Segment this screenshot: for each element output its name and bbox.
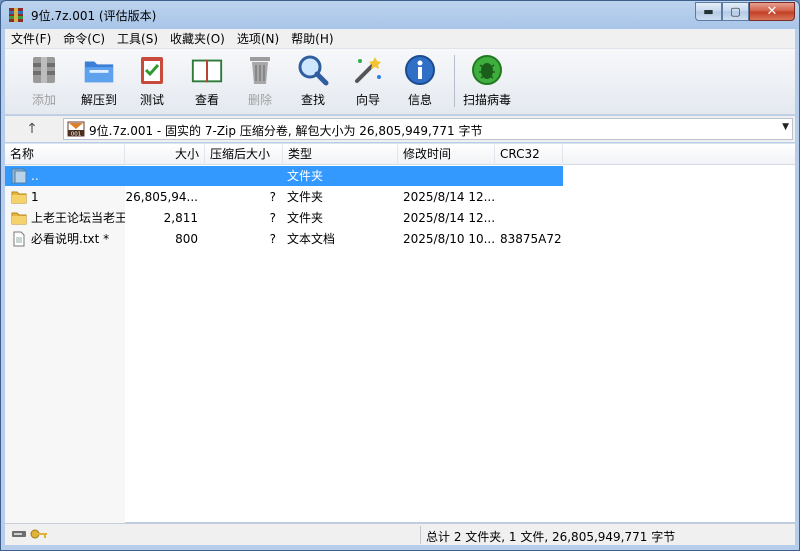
file-modified	[403, 166, 495, 186]
file-type: 文本文档	[287, 232, 336, 246]
wizard-label: 向导	[355, 93, 380, 107]
file-row[interactable]: 必看说明.txt * 800 ? 文本文档 2025/8/10 10... 83…	[5, 229, 563, 249]
column-header-crc[interactable]: CRC32	[495, 144, 563, 165]
status-separator	[420, 526, 421, 544]
drive-icon[interactable]	[11, 528, 27, 540]
extract-to-button[interactable]: 解压到	[74, 52, 124, 110]
test-label: 测试	[139, 93, 164, 107]
folder-icon	[11, 212, 27, 225]
menu-options[interactable]: 选项(N)	[231, 29, 285, 49]
file-packed: ?	[269, 190, 276, 204]
file-name: ..	[31, 169, 39, 183]
toolbar: 添加 解压到 测试 查看 删除 查找 向导 信息 扫描病毒	[5, 49, 795, 115]
delete-button[interactable]: 删除	[235, 52, 285, 110]
view-book-icon	[190, 52, 224, 88]
find-button[interactable]: 查找	[288, 52, 338, 110]
column-header-type[interactable]: 类型	[283, 144, 398, 165]
info-icon	[403, 52, 437, 88]
status-bar: 总计 2 文件夹, 1 文件, 26,805,949,771 字节	[5, 523, 795, 545]
file-modified: 2025/8/14 12...	[403, 190, 495, 204]
virus-scan-button[interactable]: 扫描病毒	[459, 52, 515, 110]
column-header-packed[interactable]: 压缩后大小	[205, 144, 283, 165]
parent-folder-icon	[11, 168, 27, 184]
window-controls: ▬ ▢ ✕	[695, 2, 795, 21]
column-header-row: 名称 大小 压缩后大小 类型 修改时间 CRC32	[5, 144, 795, 165]
minimize-button[interactable]: ▬	[695, 2, 722, 21]
key-icon[interactable]	[30, 528, 48, 540]
text-file-icon	[13, 231, 25, 247]
file-size: 800	[175, 232, 198, 246]
status-summary: 总计 2 文件夹, 1 文件, 26,805,949,771 字节	[426, 530, 676, 544]
up-folder-button[interactable]: ↑	[23, 120, 41, 138]
close-button[interactable]: ✕	[749, 2, 795, 21]
path-combobox[interactable]: 001 9位.7z.001 - 固实的 7-Zip 压缩分卷, 解包大小为 26…	[63, 118, 793, 140]
info-button[interactable]: 信息	[395, 52, 445, 110]
file-modified: 2025/8/14 12...	[403, 211, 495, 225]
svg-text:001: 001	[71, 132, 82, 138]
status-icons	[11, 528, 48, 540]
title-bar[interactable]: 9位.7z.001 (评估版本) ▬ ▢ ✕	[1, 1, 799, 29]
virus-scan-icon	[470, 52, 504, 88]
file-type: 文件夹	[287, 190, 324, 204]
find-magnifier-icon	[296, 52, 330, 88]
column-header-size[interactable]: 大小	[125, 144, 205, 165]
add-button[interactable]: 添加	[19, 52, 69, 110]
menu-bar: 文件(F) 命令(C) 工具(S) 收藏夹(O) 选项(N) 帮助(H)	[5, 29, 795, 49]
file-packed: ?	[269, 232, 276, 246]
file-packed: ?	[269, 211, 276, 225]
file-size	[125, 166, 198, 186]
delete-trash-icon	[243, 52, 277, 88]
file-size: 2,811	[163, 211, 198, 225]
file-modified: 2025/8/10 10...	[403, 232, 495, 246]
maximize-button[interactable]: ▢	[722, 2, 749, 21]
split-archive-icon: 001	[67, 121, 85, 137]
column-header-modified[interactable]: 修改时间	[398, 144, 495, 165]
file-type: 文件夹	[287, 169, 324, 183]
window-title: 9位.7z.001 (评估版本)	[31, 9, 157, 23]
file-list: 名称 大小 压缩后大小 类型 修改时间 CRC32 .. 文件夹 1 26,80…	[5, 143, 795, 523]
menu-file[interactable]: 文件(F)	[5, 29, 57, 49]
virus-scan-label: 扫描病毒	[462, 93, 511, 107]
find-label: 查找	[300, 93, 325, 107]
test-button[interactable]: 测试	[127, 52, 177, 110]
file-name: 必看说明.txt *	[31, 232, 110, 246]
winrar-window: 9位.7z.001 (评估版本) ▬ ▢ ✕ 文件(F) 命令(C) 工具(S)…	[0, 0, 800, 551]
file-type: 文件夹	[287, 211, 324, 225]
menu-favorites[interactable]: 收藏夹(O)	[164, 29, 231, 49]
extract-to-label: 解压到	[80, 93, 117, 107]
file-crc	[500, 166, 563, 186]
file-row[interactable]: 1 26,805,94... ? 文件夹 2025/8/14 12...	[5, 187, 563, 207]
file-packed	[205, 166, 276, 186]
file-size: 26,805,94...	[125, 190, 198, 204]
add-label: 添加	[31, 93, 56, 107]
winrar-app-icon	[9, 8, 23, 22]
test-icon	[135, 52, 169, 88]
file-crc: 83875A72	[500, 232, 562, 246]
folder-icon	[11, 191, 27, 204]
address-bar: ↑ 001 9位.7z.001 - 固实的 7-Zip 压缩分卷, 解包大小为 …	[5, 116, 795, 142]
view-button[interactable]: 查看	[182, 52, 232, 110]
menu-help[interactable]: 帮助(H)	[285, 29, 339, 49]
file-name: 上老王论坛当老王	[31, 211, 125, 225]
menu-tools[interactable]: 工具(S)	[111, 29, 164, 49]
file-crc	[500, 208, 563, 228]
menu-commands[interactable]: 命令(C)	[57, 29, 111, 49]
wizard-wand-icon	[351, 52, 385, 88]
file-name: 1	[31, 190, 39, 204]
file-crc	[500, 187, 563, 207]
delete-label: 删除	[247, 93, 272, 107]
add-archive-icon	[27, 52, 61, 88]
extract-icon	[82, 52, 116, 88]
path-dropdown-arrow[interactable]: ▼	[782, 122, 789, 132]
column-header-name[interactable]: 名称	[5, 144, 125, 165]
toolbar-separator	[454, 55, 455, 107]
view-label: 查看	[194, 93, 219, 107]
archive-path-text: 9位.7z.001 - 固实的 7-Zip 压缩分卷, 解包大小为 26,805…	[89, 124, 483, 138]
file-row[interactable]: .. 文件夹	[5, 166, 563, 186]
info-label: 信息	[407, 93, 432, 107]
file-row[interactable]: 上老王论坛当老王 2,811 ? 文件夹 2025/8/14 12...	[5, 208, 563, 228]
wizard-button[interactable]: 向导	[343, 52, 393, 110]
